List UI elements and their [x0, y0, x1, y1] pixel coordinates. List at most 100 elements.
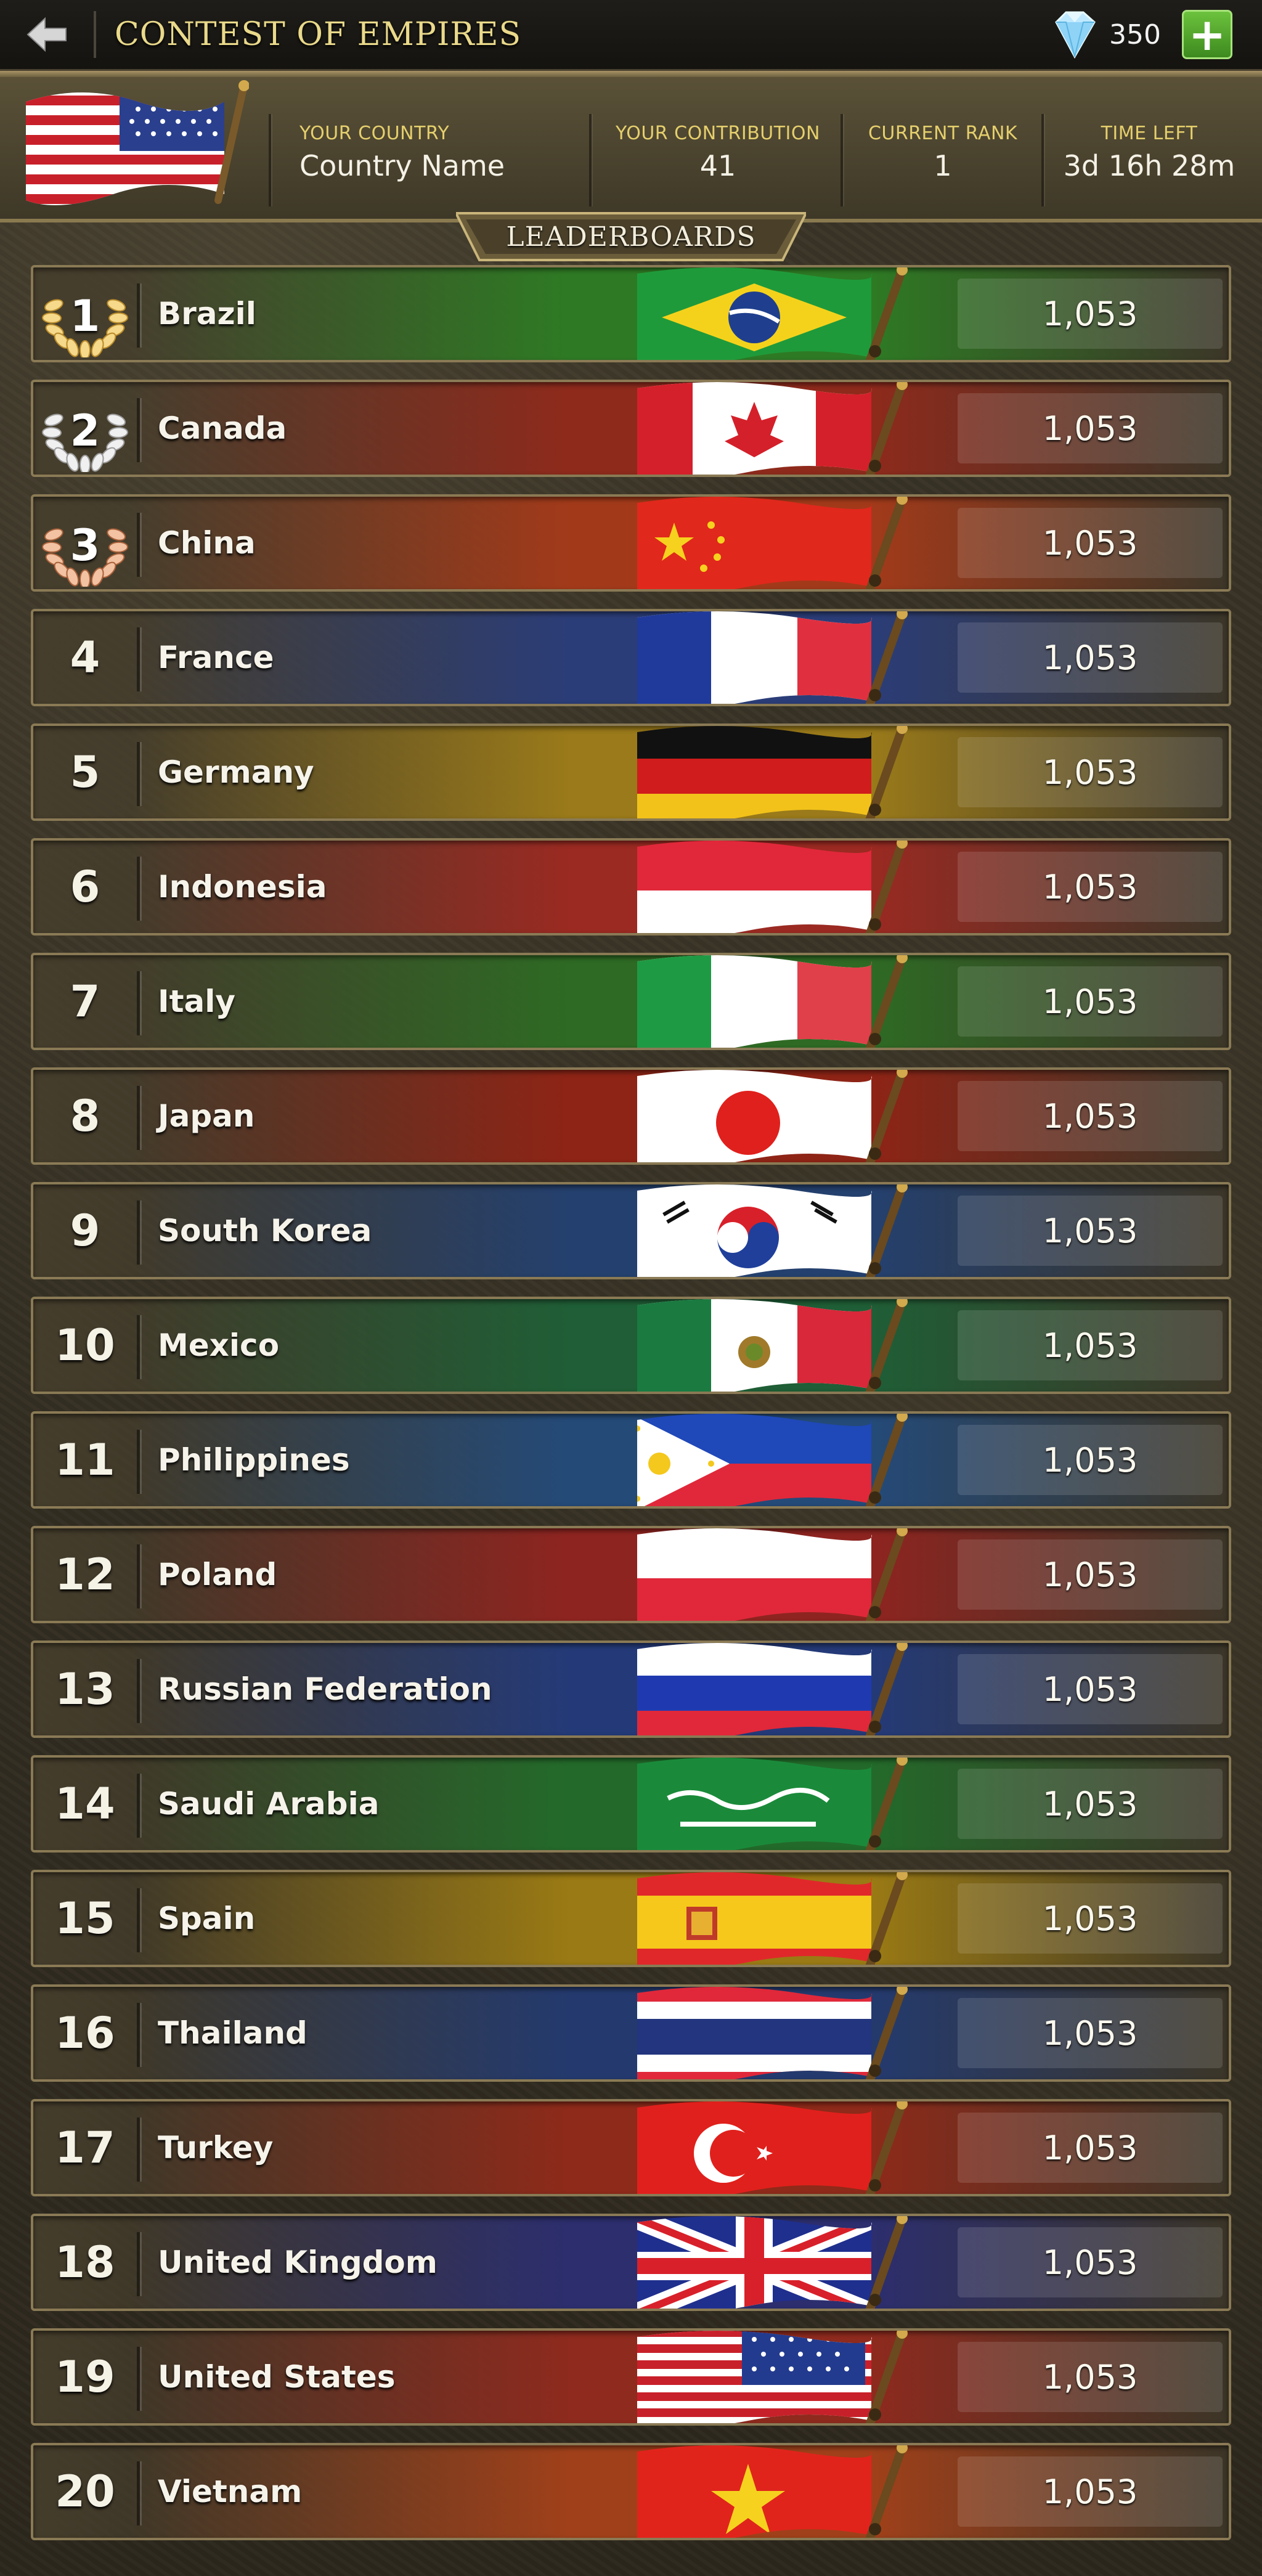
japan-flag-icon: [594, 1070, 914, 1162]
rank-number: 12: [55, 1549, 115, 1600]
leaderboard-row[interactable]: 15 Spain 1,053: [31, 1870, 1231, 1967]
country-name: Philippines: [158, 1442, 350, 1478]
leaderboard-row[interactable]: 6 Indonesia 1,053: [31, 838, 1231, 935]
gem-count: 350: [1109, 19, 1161, 51]
rank-divider: [137, 2117, 140, 2182]
rank-cell: 14: [33, 1758, 137, 1850]
rank-number: 4: [70, 632, 100, 683]
leaderboard-row[interactable]: 9 South Korea 1,053: [31, 1182, 1231, 1279]
leaderboard-row[interactable]: 12 Poland 1,053: [31, 1526, 1231, 1623]
mexico-flag-icon: [594, 1299, 914, 1392]
add-gems-button[interactable]: +: [1182, 10, 1232, 59]
country-name: Thailand: [158, 2015, 307, 2051]
country-name: Germany: [158, 754, 314, 790]
score-value: 1,053: [958, 2342, 1223, 2412]
back-arrow-icon: [26, 17, 67, 52]
leaderboard-row[interactable]: 13 Russian Federation 1,053: [31, 1641, 1231, 1738]
info-divider: [841, 114, 843, 206]
rank-divider: [137, 1659, 140, 1723]
info-divider: [589, 114, 592, 206]
time-left-label: TIME LEFT: [1101, 123, 1198, 144]
saudi-arabia-flag-icon: [594, 1758, 914, 1850]
score-value: 1,053: [958, 1883, 1223, 1954]
leaderboard-row[interactable]: 20 Vietnam 1,053: [31, 2443, 1231, 2540]
germany-flag-icon: [594, 726, 914, 818]
rank-number: 11: [55, 1435, 115, 1485]
leaderboard-row[interactable]: 14 Saudi Arabia 1,053: [31, 1755, 1231, 1853]
country-name: China: [158, 525, 256, 561]
rank-number: 2: [70, 406, 100, 456]
rank-cell: 4: [33, 611, 137, 704]
russia-flag-icon: [594, 1643, 914, 1735]
country-name: Mexico: [158, 1327, 280, 1363]
plus-icon: +: [1188, 9, 1226, 60]
your-country-block: YOUR COUNTRY Country Name: [299, 123, 505, 209]
rank-cell: 13: [33, 1643, 137, 1735]
rank-divider: [137, 1430, 140, 1494]
poland-flag-icon: [594, 1528, 914, 1621]
rank-cell: 8: [33, 1070, 137, 1162]
current-rank-label: CURRENT RANK: [868, 123, 1018, 144]
rank-divider: [137, 2003, 140, 2067]
united-kingdom-flag-icon: [594, 2216, 914, 2309]
score-value: 1,053: [958, 1539, 1223, 1610]
rank-divider: [137, 2232, 140, 2296]
leaderboard-row[interactable]: 18 United Kingdom 1,053: [31, 2214, 1231, 2311]
rank-cell: 6: [33, 841, 137, 933]
score-value: 1,053: [958, 2227, 1223, 2297]
current-rank-value: 1: [934, 149, 952, 182]
brazil-flag-icon: [594, 267, 914, 360]
rank-number: 20: [55, 2466, 115, 2517]
rank-divider: [137, 1315, 140, 1379]
leaderboard-row[interactable]: 19 United States 1,053: [31, 2328, 1231, 2426]
your-country-value: Country Name: [299, 149, 505, 182]
rank-cell: 16: [33, 1987, 137, 2079]
rank-divider: [137, 283, 140, 348]
rank-divider: [137, 513, 140, 577]
rank-divider: [137, 742, 140, 806]
contribution-block: YOUR CONTRIBUTION 41: [598, 123, 838, 209]
leaderboard-row[interactable]: 5 Germany 1,053: [31, 723, 1231, 821]
leaderboard-row[interactable]: 17 Turkey 1,053: [31, 2099, 1231, 2196]
score-value: 1,053: [958, 966, 1223, 1037]
philippines-flag-icon: [594, 1414, 914, 1506]
spain-flag-icon: [594, 1872, 914, 1965]
country-name: Russian Federation: [158, 1671, 492, 1707]
info-divider: [1041, 114, 1044, 206]
score-value: 1,053: [958, 1998, 1223, 2068]
leaderboard-row[interactable]: 1 Brazil 1,053: [31, 265, 1231, 362]
top-bar: CONTEST OF EMPIRES 350 +: [0, 0, 1262, 71]
back-button[interactable]: [22, 11, 71, 58]
current-rank-block: CURRENT RANK 1: [850, 123, 1035, 209]
leaderboard-row[interactable]: 10 Mexico 1,053: [31, 1297, 1231, 1394]
score-value: 1,053: [958, 2113, 1223, 2183]
united-states-flag-icon: [594, 2331, 914, 2423]
leaderboard-row[interactable]: 8 Japan 1,053: [31, 1067, 1231, 1165]
time-left-value: 3d 16h 28m: [1063, 149, 1236, 182]
leaderboard-row[interactable]: 3 China 1,053: [31, 494, 1231, 592]
leaderboard-row[interactable]: 11 Philippines 1,053: [31, 1411, 1231, 1509]
leaderboards-title: LEADERBOARDS: [506, 221, 756, 253]
leaderboard-row[interactable]: 4 France 1,053: [31, 609, 1231, 706]
leaderboard-row[interactable]: 2 Canada 1,053: [31, 380, 1231, 477]
score-value: 1,053: [958, 1310, 1223, 1380]
score-value: 1,053: [958, 1425, 1223, 1495]
rank-cell: 3: [33, 497, 137, 589]
rank-number: 8: [70, 1091, 100, 1141]
user-country-flag: [26, 80, 249, 205]
score-value: 1,053: [958, 852, 1223, 922]
rank-cell: 7: [33, 955, 137, 1048]
leaderboard-row[interactable]: 16 Thailand 1,053: [31, 1984, 1231, 2082]
rank-divider: [137, 1200, 140, 1265]
leaderboard-row[interactable]: 7 Italy 1,053: [31, 953, 1231, 1050]
rank-cell: 20: [33, 2445, 137, 2538]
rank-number: 14: [55, 1779, 115, 1829]
score-value: 1,053: [958, 622, 1223, 693]
score-value: 1,053: [958, 508, 1223, 578]
rank-number: 16: [55, 2008, 115, 2058]
country-name: Japan: [158, 1098, 255, 1134]
your-country-label: YOUR COUNTRY: [299, 123, 450, 144]
page-title: CONTEST OF EMPIRES: [115, 16, 522, 53]
rank-cell: 18: [33, 2216, 137, 2309]
rank-number: 17: [55, 2122, 115, 2173]
